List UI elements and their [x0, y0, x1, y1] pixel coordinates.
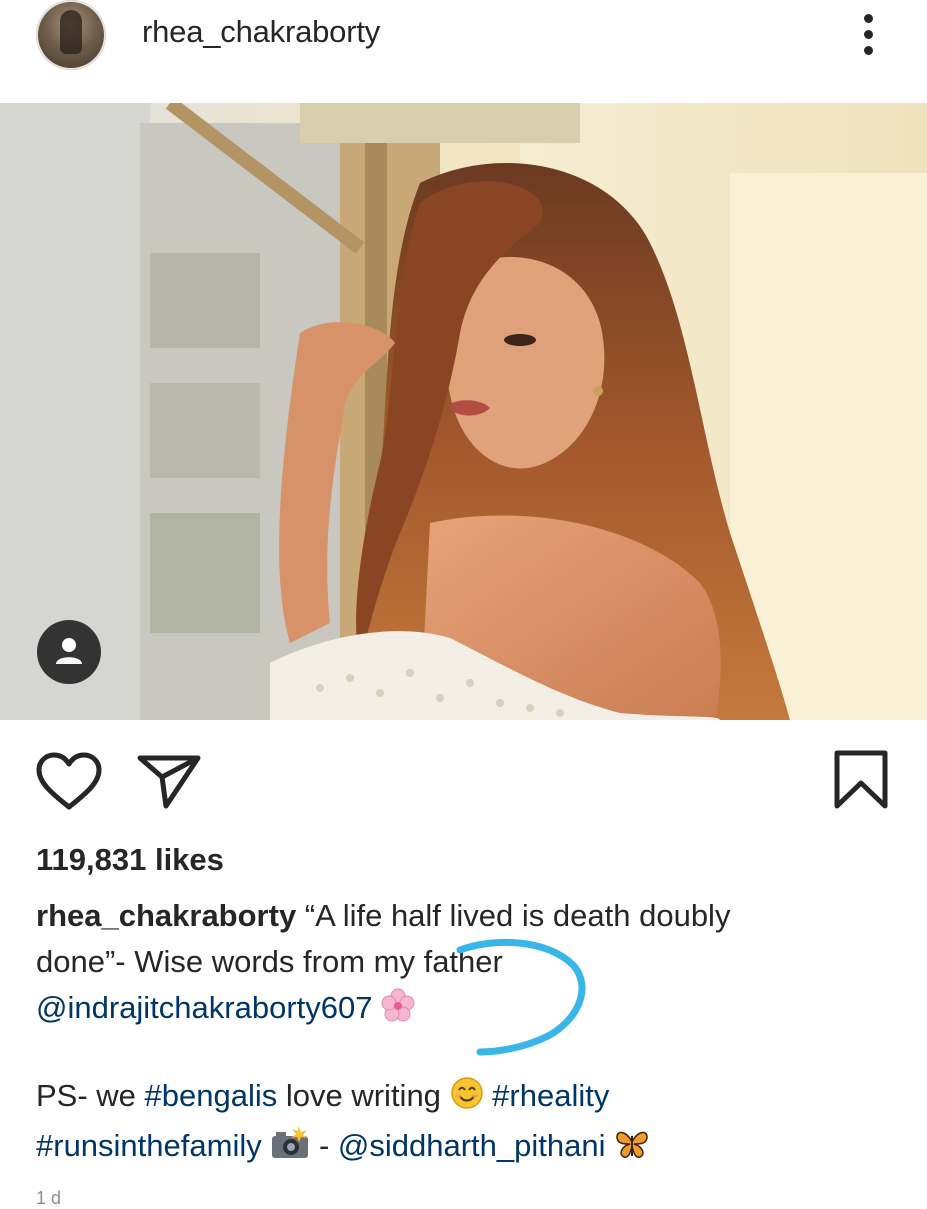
hashtag-rheality[interactable]: #rheality — [492, 1078, 609, 1113]
caption-username[interactable]: rhea_chakraborty — [36, 898, 296, 933]
bookmark-icon[interactable] — [832, 750, 890, 810]
mention-photographer[interactable]: @siddharth_pithani — [338, 1128, 606, 1163]
post-username[interactable]: rhea_chakraborty — [142, 14, 380, 50]
post-caption: rhea_chakraborty “A life half lived is d… — [36, 893, 906, 1173]
post-header: rhea_chakraborty — [0, 0, 927, 100]
likes-count[interactable]: 119,831 likes — [36, 842, 224, 878]
caption-line-3: @indrajitchakraborty607 — [36, 985, 906, 1035]
caption-quote-start: “A life half lived is death doubly — [296, 898, 731, 933]
smiling-face-icon — [450, 1076, 484, 1123]
more-options-icon[interactable] — [858, 14, 878, 58]
hashtag-runsinthefamily[interactable]: #runsinthefamily — [36, 1128, 262, 1163]
cherry-blossom-icon — [381, 988, 415, 1035]
butterfly-icon — [614, 1127, 650, 1173]
caption-line-5: #runsinthefamily - @siddharth_pithani — [36, 1123, 906, 1173]
caption-line-2: done”- Wise words from my father — [36, 944, 503, 979]
profile-avatar[interactable] — [36, 0, 106, 70]
ps-prefix: PS- we — [36, 1078, 145, 1113]
ps-middle: love writing — [277, 1078, 450, 1113]
caption-line-4: PS- we #bengalis love writing #rheality — [36, 1073, 906, 1123]
heart-icon[interactable] — [36, 752, 102, 812]
hashtag-bengalis[interactable]: #bengalis — [145, 1078, 278, 1113]
photo-illustration — [0, 103, 927, 720]
avatar-figure — [60, 10, 82, 54]
mention-father[interactable]: @indrajitchakraborty607 — [36, 990, 372, 1025]
post-photo[interactable] — [0, 103, 927, 720]
caption-dash: - — [310, 1128, 338, 1163]
user-tag-icon[interactable] — [37, 620, 101, 684]
camera-flash-icon — [270, 1126, 310, 1173]
caption-line-1: rhea_chakraborty “A life half lived is d… — [36, 893, 906, 939]
send-icon[interactable] — [136, 752, 202, 810]
post-timestamp: 1 d — [36, 1188, 62, 1208]
